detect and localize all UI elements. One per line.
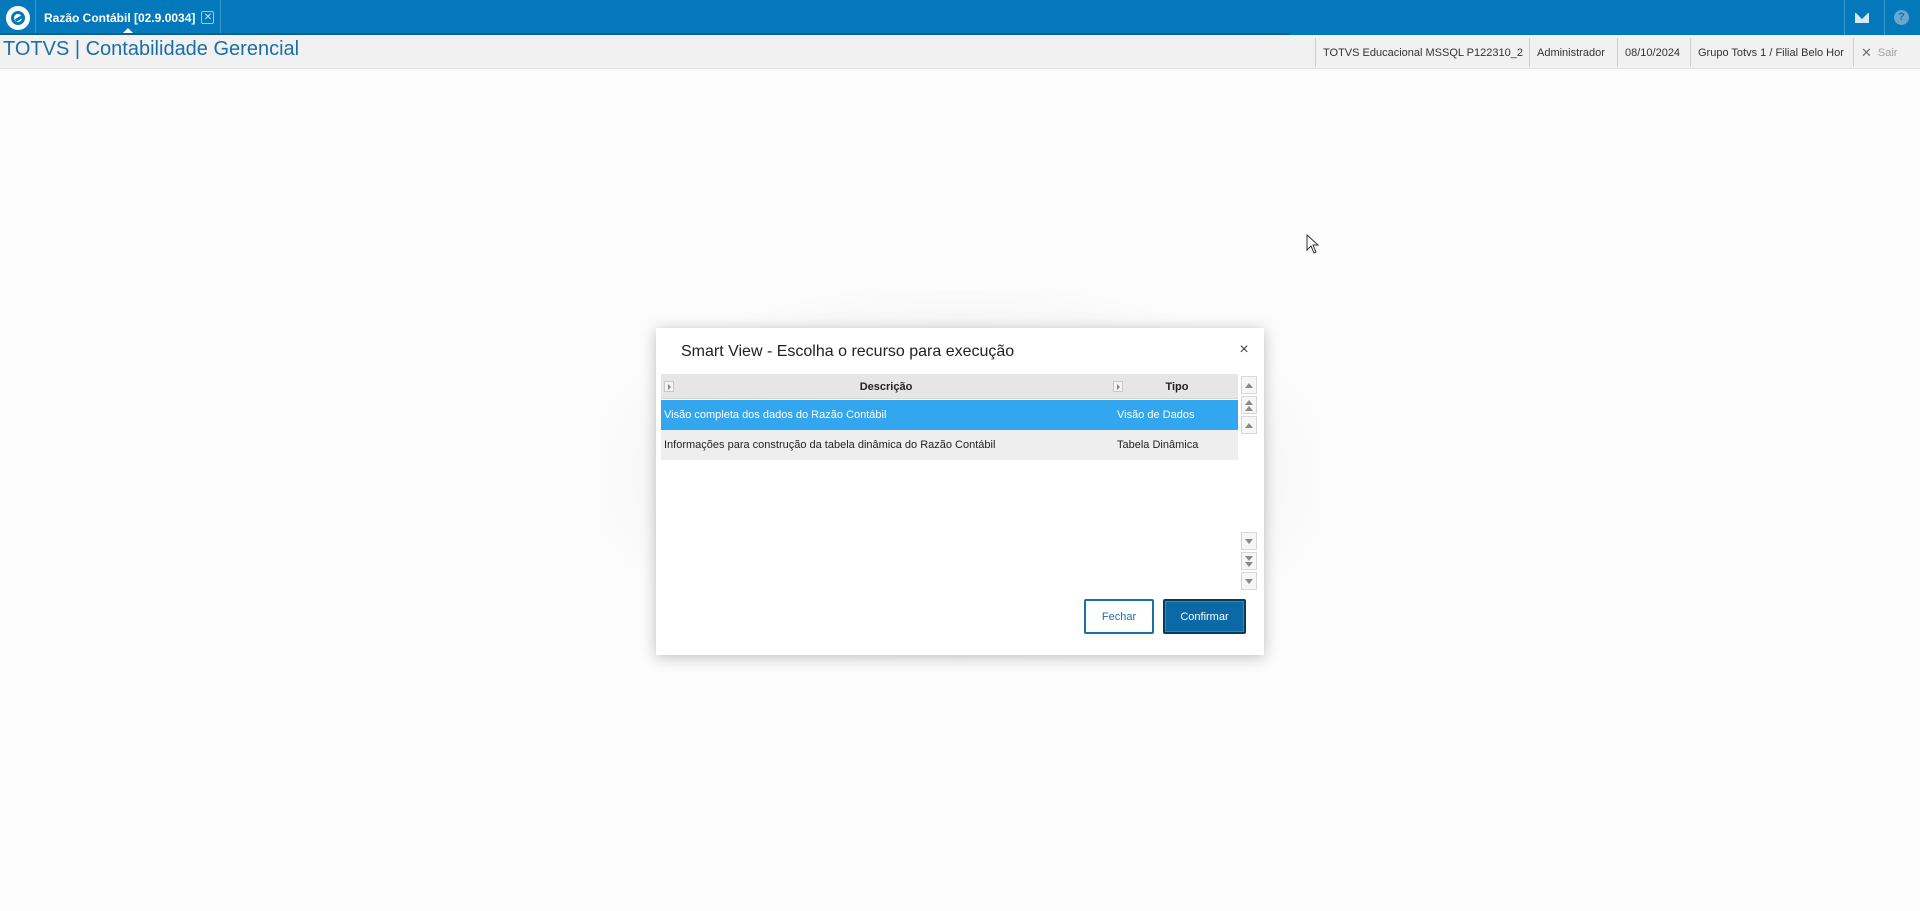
scroll-down-icon[interactable] bbox=[1241, 532, 1257, 550]
close-icon: ✕ bbox=[1861, 44, 1872, 60]
scroll-top-icon[interactable] bbox=[1241, 376, 1257, 394]
row-description: Visão completa dos dados do Razão Contáb… bbox=[664, 409, 887, 421]
mouse-cursor-icon bbox=[1306, 234, 1320, 254]
confirm-button[interactable]: Confirmar bbox=[1163, 599, 1246, 634]
tab-razao-contabil[interactable]: Razão Contábil [02.9.0034] ✕ bbox=[37, 0, 222, 35]
tab-close-icon[interactable]: ✕ bbox=[201, 11, 215, 24]
totvs-logo-icon[interactable] bbox=[0, 0, 36, 35]
tab-label: Razão Contábil [02.9.0034] bbox=[44, 10, 196, 25]
top-bar: Razão Contábil [02.9.0034] ✕ ? bbox=[0, 0, 1920, 35]
branch-info[interactable]: Grupo Totvs 1 / Filial Belo Hor bbox=[1690, 38, 1851, 67]
header-bar: TOTVS | Contabilidade Gerencial TOTVS Ed… bbox=[0, 35, 1920, 69]
row-type: Tabela Dinâmica bbox=[1117, 439, 1199, 451]
grid-scrollbar[interactable] bbox=[1239, 374, 1259, 592]
dialog-title: Smart View - Escolha o recurso para exec… bbox=[681, 343, 1015, 360]
grid-header: Descrição Tipo bbox=[661, 374, 1238, 399]
table-row[interactable]: Visão completa dos dados do Razão Contáb… bbox=[661, 400, 1238, 430]
scroll-page-up-icon[interactable] bbox=[1241, 396, 1257, 414]
environment-info[interactable]: TOTVS Educacional MSSQL P122310_2 bbox=[1315, 38, 1530, 67]
column-header-descricao[interactable]: Descrição bbox=[661, 374, 1111, 399]
resource-grid: Descrição Tipo Visão completa dos dados … bbox=[661, 374, 1238, 592]
scroll-bottom-icon[interactable] bbox=[1241, 572, 1257, 590]
date-info[interactable]: 08/10/2024 bbox=[1617, 38, 1687, 67]
column-header-tipo[interactable]: Tipo bbox=[1116, 374, 1238, 399]
page-title: TOTVS | Contabilidade Gerencial bbox=[3, 38, 300, 60]
help-icon[interactable]: ? bbox=[1884, 0, 1918, 35]
smart-view-dialog: Smart View - Escolha o recurso para exec… bbox=[656, 328, 1264, 655]
table-row[interactable]: Informações para construção da tabela di… bbox=[661, 430, 1238, 460]
row-description: Informações para construção da tabela di… bbox=[664, 439, 996, 451]
row-type: Visão de Dados bbox=[1117, 409, 1195, 421]
exit-button[interactable]: ✕ Sair bbox=[1853, 38, 1920, 67]
scroll-up-icon[interactable] bbox=[1241, 416, 1257, 434]
mail-icon[interactable] bbox=[1844, 0, 1878, 35]
user-info[interactable]: Administrador bbox=[1529, 38, 1612, 67]
exit-label: Sair bbox=[1877, 46, 1898, 59]
scroll-page-down-icon[interactable] bbox=[1241, 552, 1257, 570]
dialog-close-icon[interactable]: × bbox=[1236, 342, 1252, 358]
close-button[interactable]: Fechar bbox=[1084, 599, 1154, 634]
